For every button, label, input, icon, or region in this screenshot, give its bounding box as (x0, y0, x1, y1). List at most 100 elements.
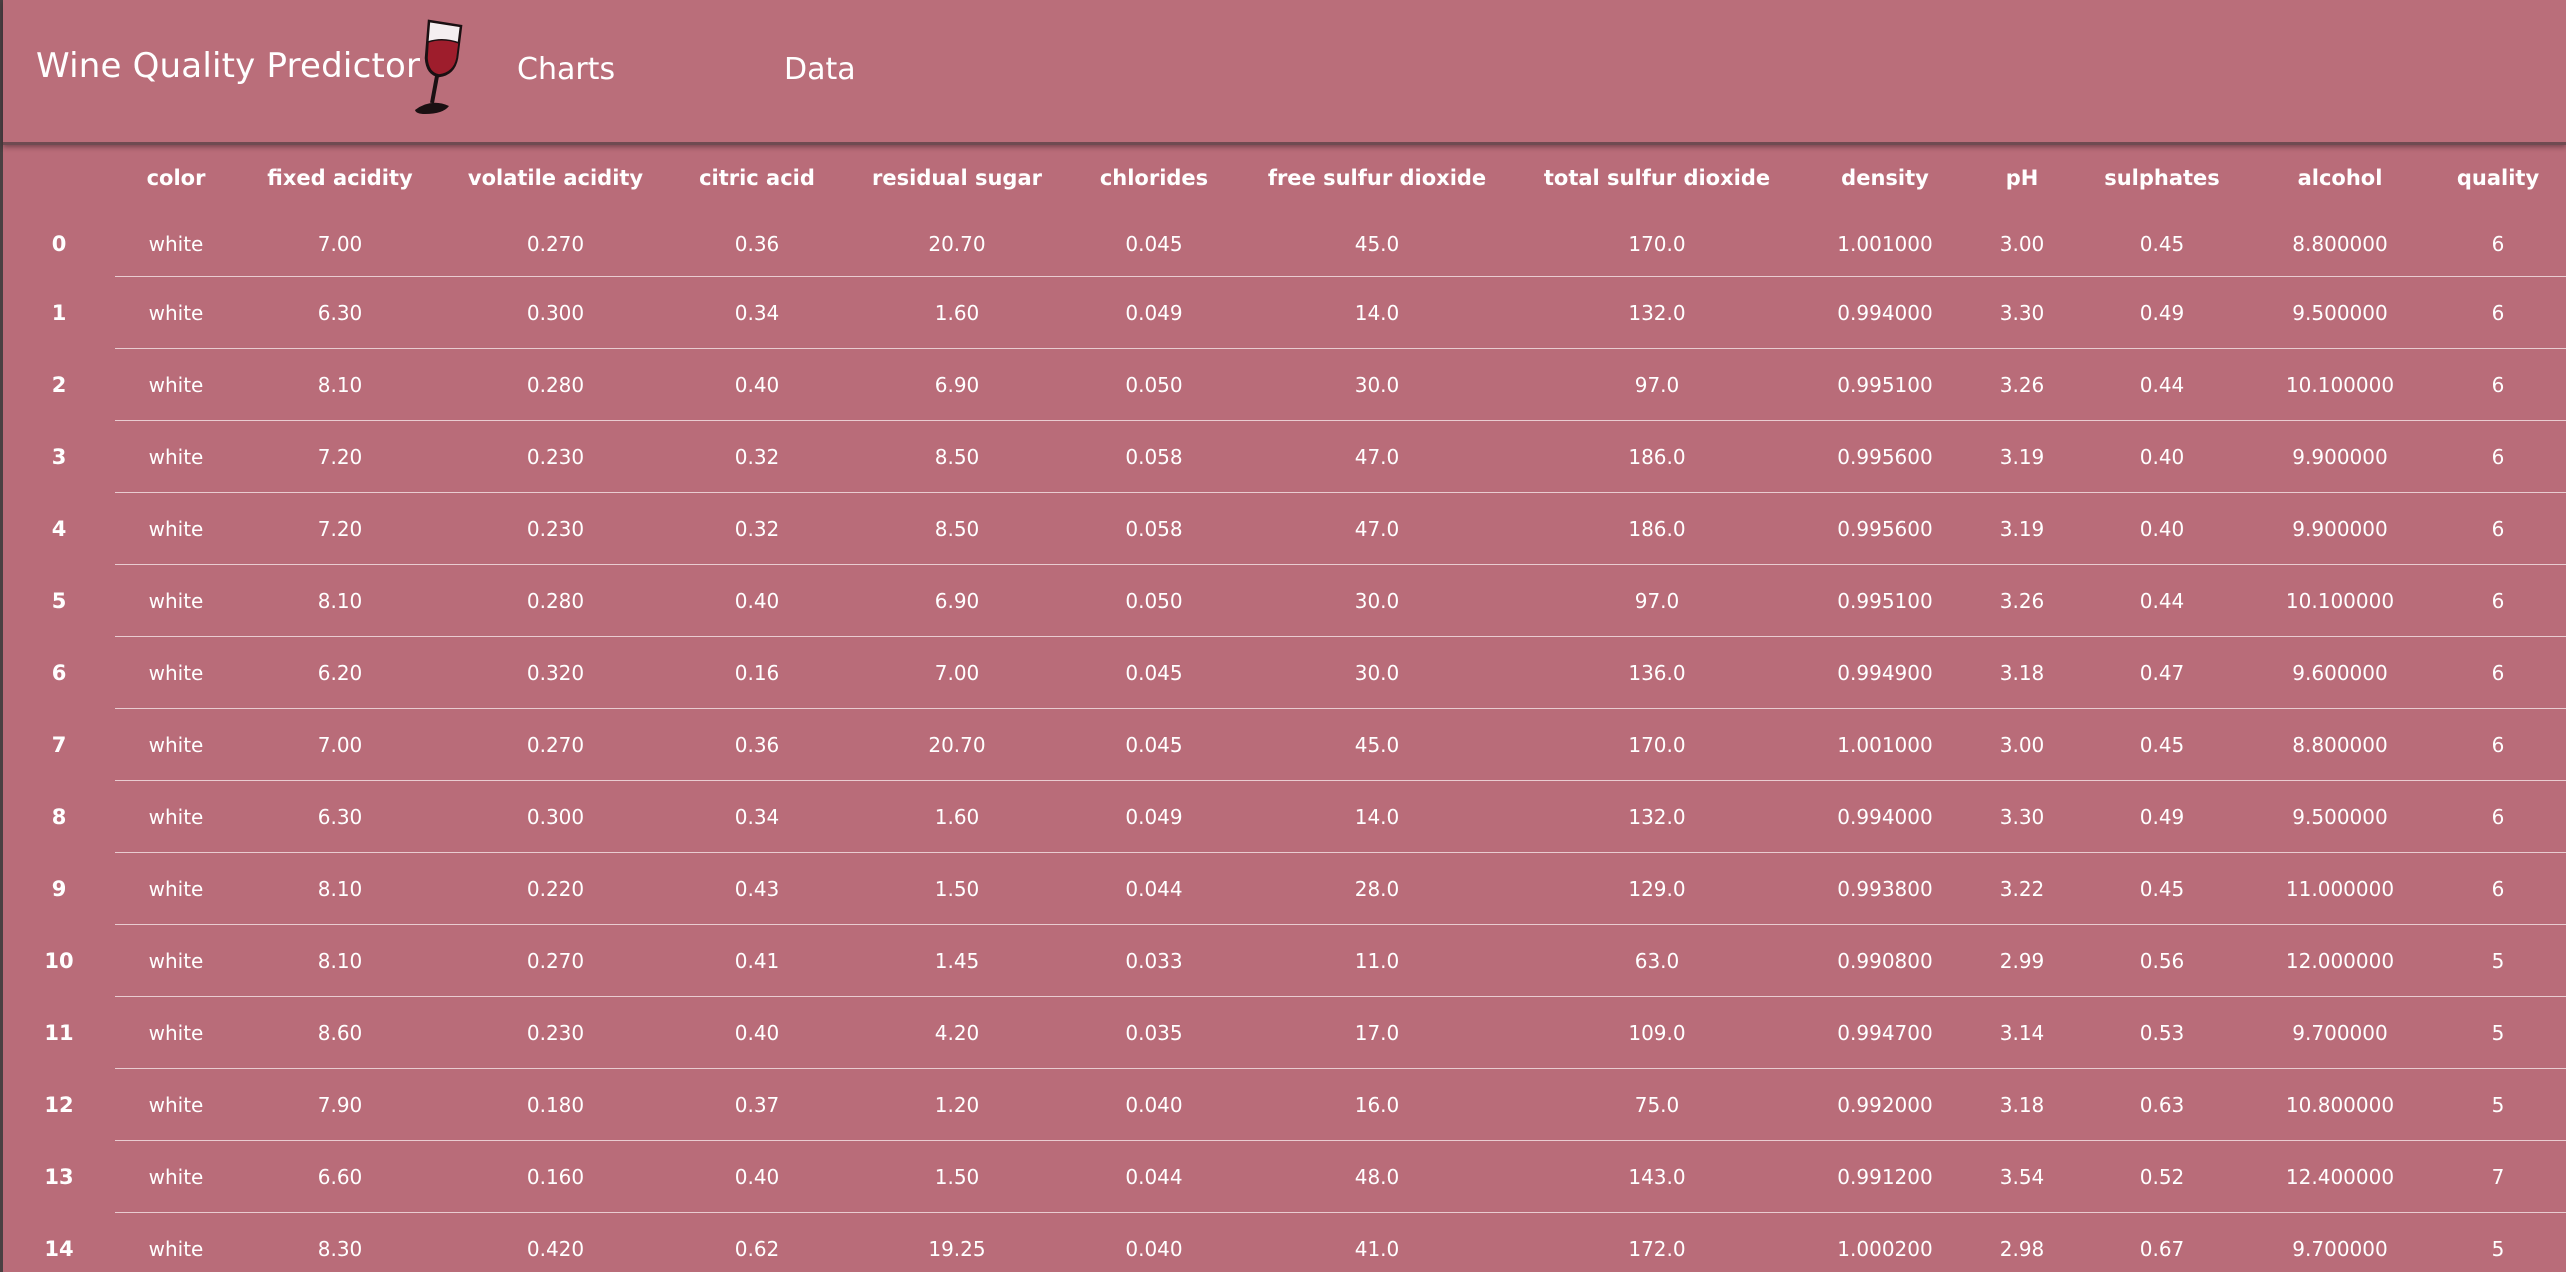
cell-chlorides: 0.050 (1068, 564, 1240, 637)
cell-quality: 6 (2430, 852, 2566, 925)
cell-quality: 6 (2430, 420, 2566, 493)
column-header-fixed-acidity: fixed acidity (267, 166, 413, 190)
cell-volatile-acidity: 0.280 (443, 564, 668, 637)
cell-total-sulfur-dioxide: 186.0 (1514, 420, 1800, 493)
row-index: 9 (51, 876, 67, 901)
cell-free-sulfur-dioxide: 48.0 (1240, 1140, 1514, 1213)
cell-free-sulfur-dioxide: 47.0 (1240, 420, 1514, 493)
cell-total-sulfur-dioxide: 172.0 (1514, 1212, 1800, 1272)
cell-density: 1.001000 (1800, 211, 1970, 277)
cell-sulphates: 0.53 (2074, 996, 2250, 1069)
cell-alcohol: 10.100000 (2250, 564, 2430, 637)
row-index: 4 (51, 516, 67, 541)
cell-alcohol: 10.800000 (2250, 1068, 2430, 1141)
cell-alcohol: 9.500000 (2250, 780, 2430, 853)
cell-volatile-acidity: 0.270 (443, 708, 668, 781)
cell-free-sulfur-dioxide: 17.0 (1240, 996, 1514, 1069)
column-header-volatile-acidity: volatile acidity (467, 166, 644, 190)
cell-fixed-acidity: 6.60 (237, 1140, 443, 1213)
table-row: 1 white 6.30 0.300 0.34 1.60 0.049 14.0 132.0 0.9… (3, 276, 2566, 349)
cell-quality: 6 (2430, 276, 2566, 349)
row-index: 2 (51, 372, 67, 397)
cell-residual-sugar: 6.90 (846, 564, 1068, 637)
cell-ph: 3.00 (1970, 211, 2074, 277)
cell-total-sulfur-dioxide: 63.0 (1514, 924, 1800, 997)
cell-sulphates: 0.45 (2074, 708, 2250, 781)
cell-volatile-acidity: 0.160 (443, 1140, 668, 1213)
header-index-corner (3, 145, 115, 211)
cell-color: white (115, 564, 237, 637)
cell-chlorides: 0.033 (1068, 924, 1240, 997)
cell-density: 1.001000 (1800, 708, 1970, 781)
cell-citric-acid: 0.40 (668, 996, 846, 1069)
cell-citric-acid: 0.37 (668, 1068, 846, 1141)
cell-residual-sugar: 1.45 (846, 924, 1068, 997)
cell-ph: 2.98 (1970, 1212, 2074, 1272)
cell-quality: 6 (2430, 780, 2566, 853)
nav-charts-link[interactable]: Charts (517, 52, 615, 87)
cell-free-sulfur-dioxide: 41.0 (1240, 1212, 1514, 1272)
cell-chlorides: 0.035 (1068, 996, 1240, 1069)
cell-ph: 3.19 (1970, 492, 2074, 565)
column-header-residual-sugar: residual sugar (872, 166, 1042, 190)
cell-total-sulfur-dioxide: 170.0 (1514, 708, 1800, 781)
cell-fixed-acidity: 7.00 (237, 708, 443, 781)
cell-color: white (115, 1068, 237, 1141)
cell-density: 0.994000 (1800, 276, 1970, 349)
cell-free-sulfur-dioxide: 47.0 (1240, 492, 1514, 565)
cell-total-sulfur-dioxide: 186.0 (1514, 492, 1800, 565)
cell-free-sulfur-dioxide: 11.0 (1240, 924, 1514, 997)
cell-density: 0.995600 (1800, 420, 1970, 493)
cell-free-sulfur-dioxide: 16.0 (1240, 1068, 1514, 1141)
cell-volatile-acidity: 0.230 (443, 492, 668, 565)
cell-alcohol: 9.600000 (2250, 636, 2430, 709)
cell-ph: 3.00 (1970, 708, 2074, 781)
cell-citric-acid: 0.40 (668, 1140, 846, 1213)
cell-residual-sugar: 1.50 (846, 1140, 1068, 1213)
column-header-chlorides: chlorides (1099, 166, 1209, 190)
cell-color: white (115, 636, 237, 709)
cell-sulphates: 0.40 (2074, 420, 2250, 493)
cell-ph: 3.30 (1970, 780, 2074, 853)
cell-density: 0.993800 (1800, 852, 1970, 925)
cell-density: 0.991200 (1800, 1140, 1970, 1213)
cell-ph: 3.19 (1970, 420, 2074, 493)
cell-density: 0.994900 (1800, 636, 1970, 709)
cell-quality: 6 (2430, 636, 2566, 709)
column-header-quality: quality (2456, 166, 2540, 190)
cell-chlorides: 0.050 (1068, 348, 1240, 421)
cell-density: 0.994000 (1800, 780, 1970, 853)
row-index: 13 (44, 1164, 74, 1189)
cell-quality: 5 (2430, 996, 2566, 1069)
cell-ph: 3.18 (1970, 636, 2074, 709)
nav-data-link[interactable]: Data (784, 52, 856, 87)
data-table-container[interactable]: color fixed acidity volatile acidity citric… (3, 145, 2566, 1272)
cell-total-sulfur-dioxide: 109.0 (1514, 996, 1800, 1069)
navbar: Wine Quality Predictor Charts Data (3, 0, 2566, 145)
cell-total-sulfur-dioxide: 97.0 (1514, 348, 1800, 421)
cell-total-sulfur-dioxide: 132.0 (1514, 276, 1800, 349)
cell-chlorides: 0.045 (1068, 708, 1240, 781)
cell-chlorides: 0.058 (1068, 492, 1240, 565)
cell-density: 0.995600 (1800, 492, 1970, 565)
table-row: 2 white 8.10 0.280 0.40 6.90 0.050 30.0 97.0 0.99… (3, 348, 2566, 421)
cell-fixed-acidity: 8.10 (237, 924, 443, 997)
cell-alcohol: 8.800000 (2250, 211, 2430, 277)
cell-alcohol: 10.100000 (2250, 348, 2430, 421)
cell-alcohol: 9.500000 (2250, 276, 2430, 349)
cell-fixed-acidity: 7.90 (237, 1068, 443, 1141)
cell-fixed-acidity: 6.30 (237, 780, 443, 853)
cell-chlorides: 0.045 (1068, 636, 1240, 709)
cell-citric-acid: 0.34 (668, 780, 846, 853)
app-title[interactable]: Wine Quality Predictor (36, 46, 420, 86)
cell-volatile-acidity: 0.280 (443, 348, 668, 421)
column-header-ph: pH (2005, 166, 2039, 190)
cell-residual-sugar: 1.50 (846, 852, 1068, 925)
cell-citric-acid: 0.40 (668, 348, 846, 421)
wine-data-table: color fixed acidity volatile acidity citric… (3, 145, 2566, 1272)
cell-free-sulfur-dioxide: 28.0 (1240, 852, 1514, 925)
cell-chlorides: 0.049 (1068, 780, 1240, 853)
cell-quality: 5 (2430, 924, 2566, 997)
cell-alcohol: 8.800000 (2250, 708, 2430, 781)
cell-sulphates: 0.44 (2074, 348, 2250, 421)
